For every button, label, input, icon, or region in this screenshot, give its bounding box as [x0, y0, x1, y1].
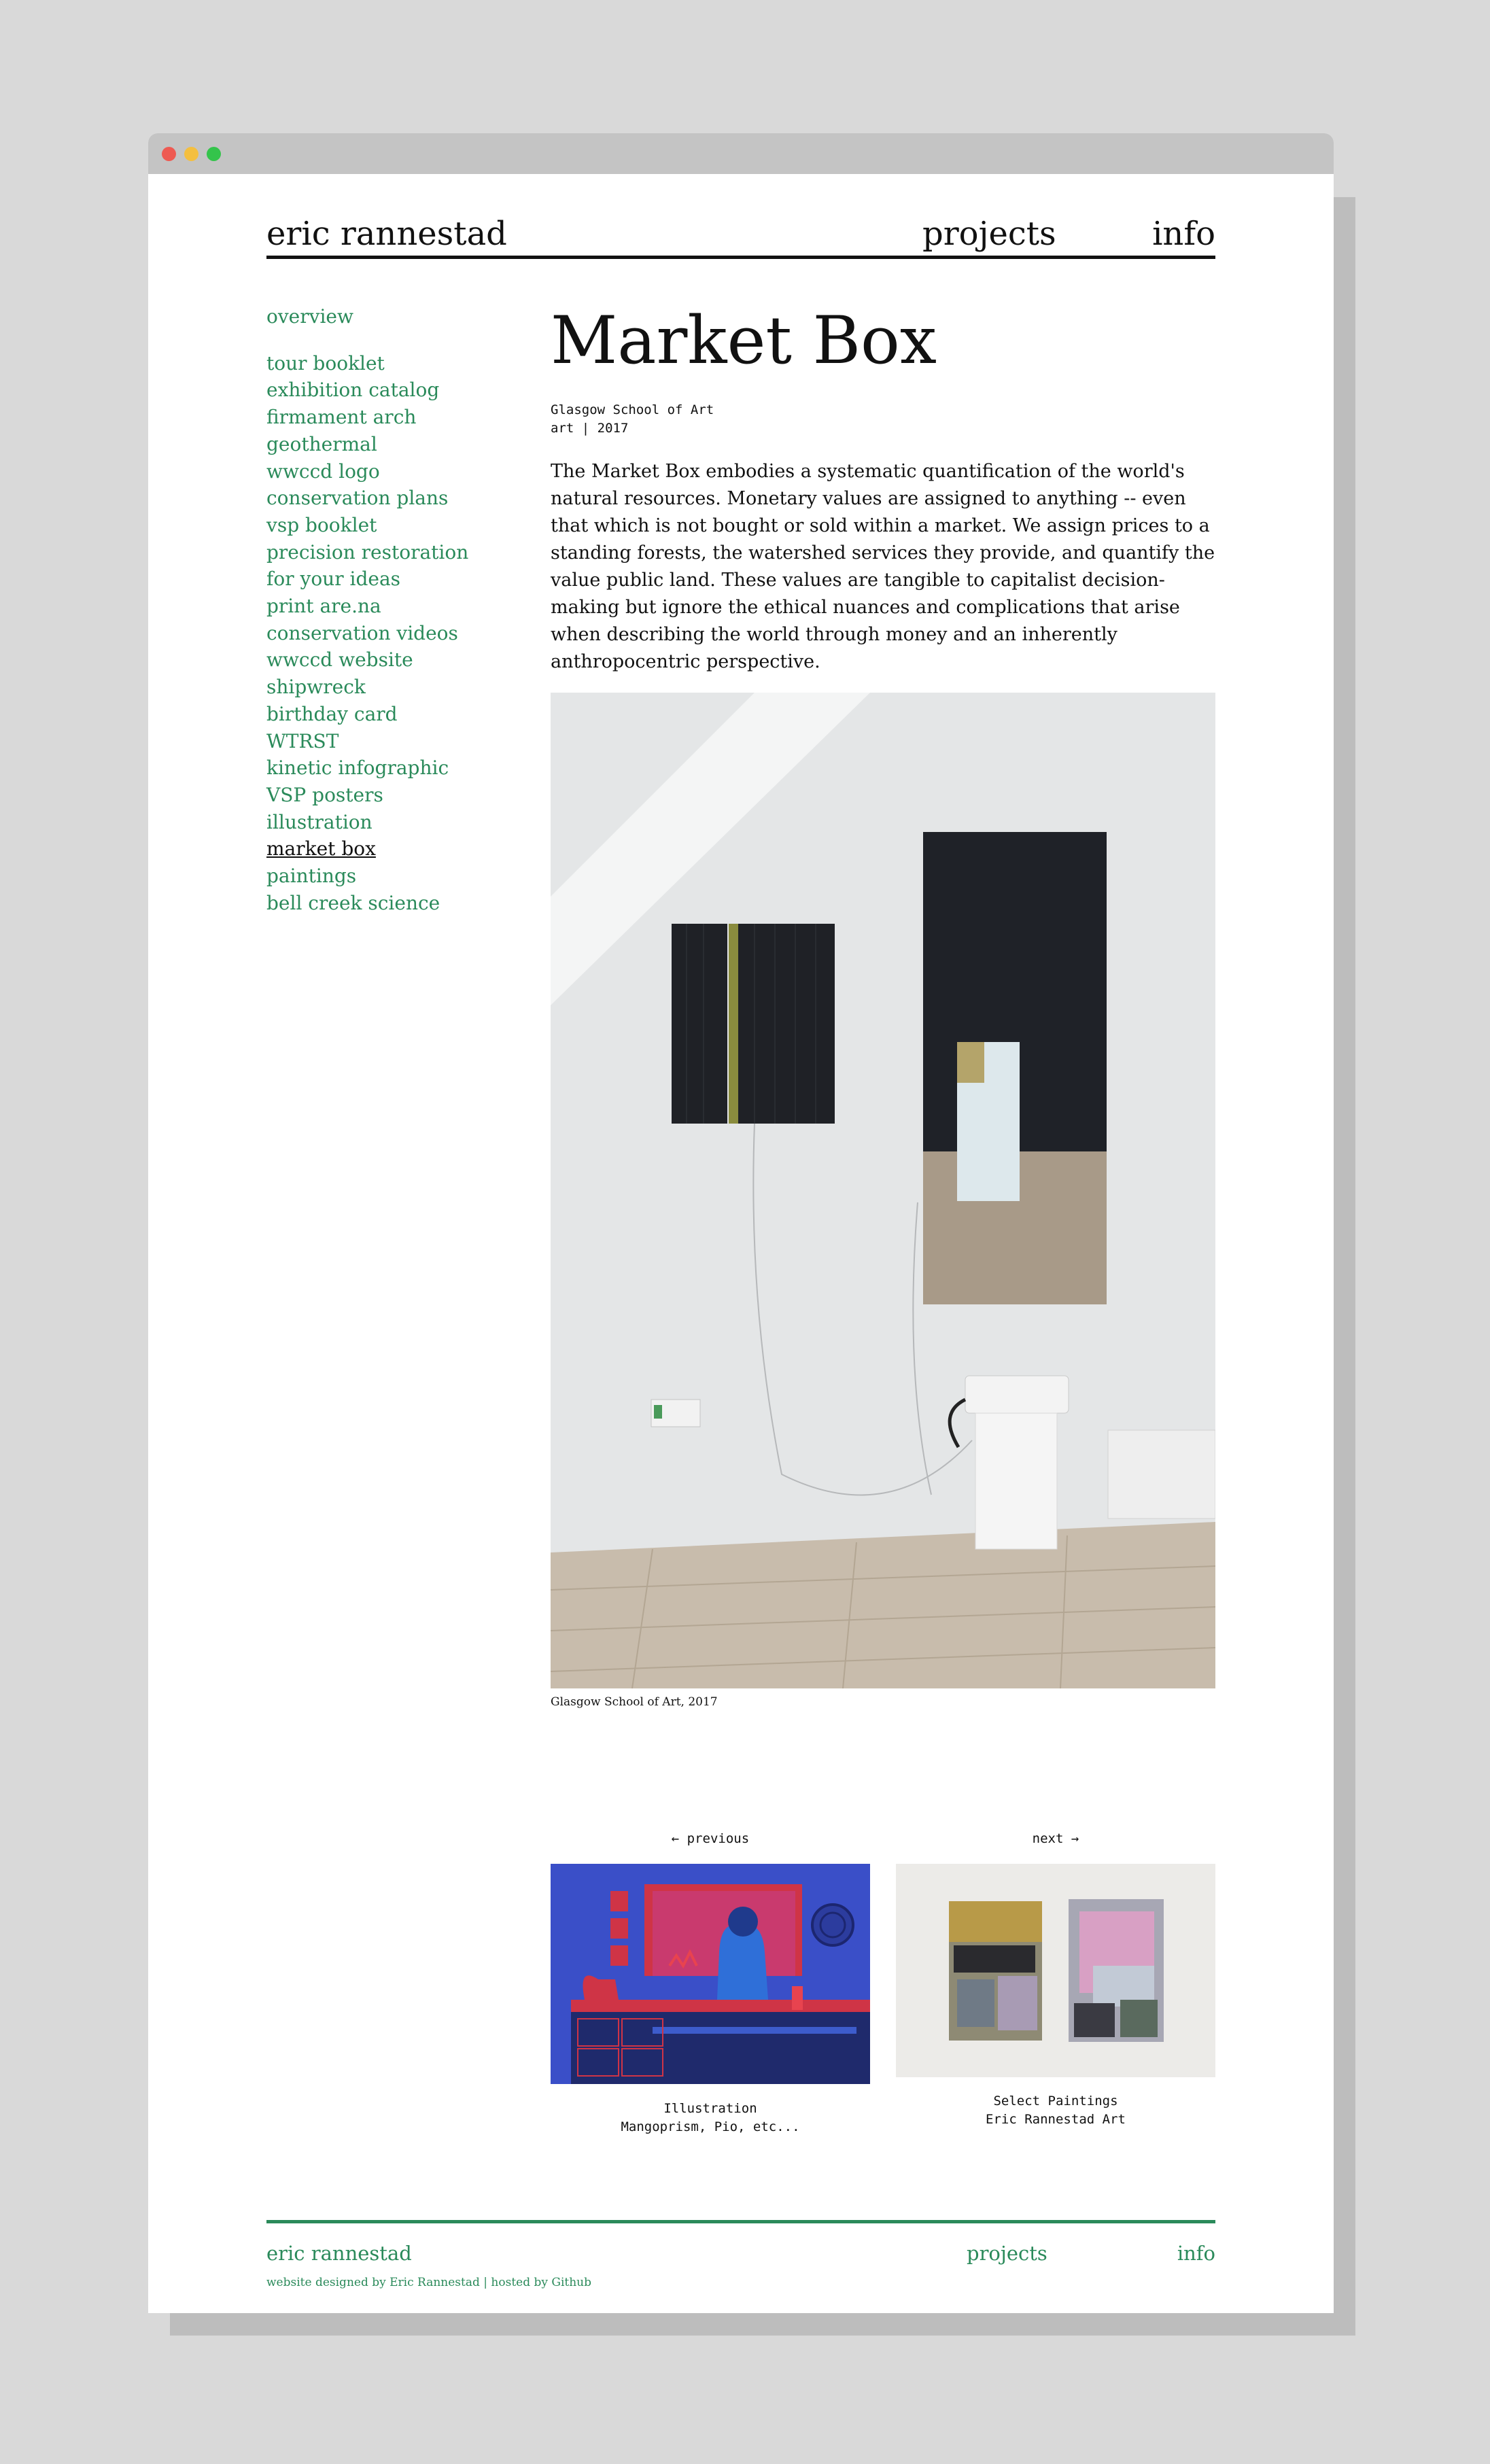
next-project-thumbnail[interactable]: [896, 1864, 1215, 2077]
sidebar-item-vsp-posters[interactable]: VSP posters: [266, 782, 538, 809]
project-meta: Glasgow School of Art art | 2017: [551, 401, 1215, 438]
maximize-window-button[interactable]: [207, 147, 221, 161]
minimize-window-button[interactable]: [184, 147, 198, 161]
sidebar-item-conservation-videos[interactable]: conservation videos: [266, 620, 538, 647]
footer-projects-link[interactable]: projects: [967, 2242, 1047, 2265]
previous-project-title: Illustration: [663, 2101, 757, 2116]
project-sidebar: overview tour booklet exhibition catalog…: [266, 303, 538, 916]
project-category-year: art | 2017: [551, 421, 629, 436]
nav-projects-link[interactable]: projects: [922, 215, 1056, 253]
sidebar-item-firmament-arch[interactable]: firmament arch: [266, 404, 538, 431]
footer-credit: website designed by Eric Rannestad | hos…: [266, 2276, 592, 2289]
project-description: The Market Box embodies a systematic qua…: [551, 461, 1215, 672]
sidebar-item-wwccd-logo[interactable]: wwccd logo: [266, 458, 538, 485]
sidebar-item-geothermal[interactable]: geothermal: [266, 431, 538, 458]
close-window-button[interactable]: [162, 147, 176, 161]
next-project-subtitle: Eric Rannestad Art: [986, 2112, 1126, 2127]
sidebar-item-print-are-na[interactable]: print are.na: [266, 593, 538, 620]
sidebar-item-conservation-plans[interactable]: conservation plans: [266, 485, 538, 512]
sidebar-item-for-your-ideas[interactable]: for your ideas: [266, 566, 538, 593]
sidebar-item-bell-creek-science[interactable]: bell creek science: [266, 890, 538, 917]
footer-brand-link[interactable]: eric rannestad: [266, 2242, 412, 2265]
sidebar-item-illustration[interactable]: illustration: [266, 809, 538, 836]
sidebar-item-precision-restoration[interactable]: precision restoration: [266, 539, 538, 566]
project-photo: [551, 693, 1215, 1688]
project-location: Glasgow School of Art: [551, 402, 714, 417]
window-titlebar: [148, 133, 1334, 174]
footer-divider: [266, 2220, 1215, 2223]
previous-project-subtitle: Mangoprism, Pio, etc...: [621, 2119, 800, 2134]
sidebar-item-wtrst[interactable]: WTRST: [266, 728, 538, 755]
sidebar-item-market-box[interactable]: market box: [266, 835, 538, 863]
sidebar-item-vsp-booklet[interactable]: vsp booklet: [266, 512, 538, 539]
next-project-title: Select Paintings: [993, 2094, 1118, 2109]
next-project-info: Select Paintings Eric Rannestad Art: [896, 2092, 1215, 2129]
site-header: eric rannestad projects info: [266, 201, 1215, 259]
project-content: Market Box Glasgow School of Art art | 2…: [551, 303, 1215, 676]
nav-info-link[interactable]: info: [1152, 215, 1215, 253]
sidebar-item-shipwreck[interactable]: shipwreck: [266, 674, 538, 701]
browser-window: eric rannestad projects info overview to…: [148, 133, 1334, 2313]
next-link[interactable]: next →: [896, 1831, 1215, 1846]
footer-info-link[interactable]: info: [1177, 2242, 1215, 2265]
sidebar-item-tour-booklet[interactable]: tour booklet: [266, 350, 538, 377]
sidebar-item-wwccd-website[interactable]: wwccd website: [266, 646, 538, 674]
sidebar-item-overview[interactable]: overview: [266, 303, 538, 330]
previous-project-thumbnail[interactable]: [551, 1864, 870, 2084]
photo-caption: Glasgow School of Art, 2017: [551, 1695, 718, 1709]
site-brand-link[interactable]: eric rannestad: [266, 215, 507, 253]
sidebar-item-birthday-card[interactable]: birthday card: [266, 701, 538, 728]
previous-project-info: Illustration Mangoprism, Pio, etc...: [551, 2100, 870, 2136]
previous-link[interactable]: ← previous: [551, 1831, 870, 1846]
sidebar-item-kinetic-infographic[interactable]: kinetic infographic: [266, 754, 538, 782]
sidebar-item-exhibition-catalog[interactable]: exhibition catalog: [266, 377, 538, 404]
sidebar-item-paintings[interactable]: paintings: [266, 863, 538, 890]
page-title: Market Box: [551, 302, 937, 379]
